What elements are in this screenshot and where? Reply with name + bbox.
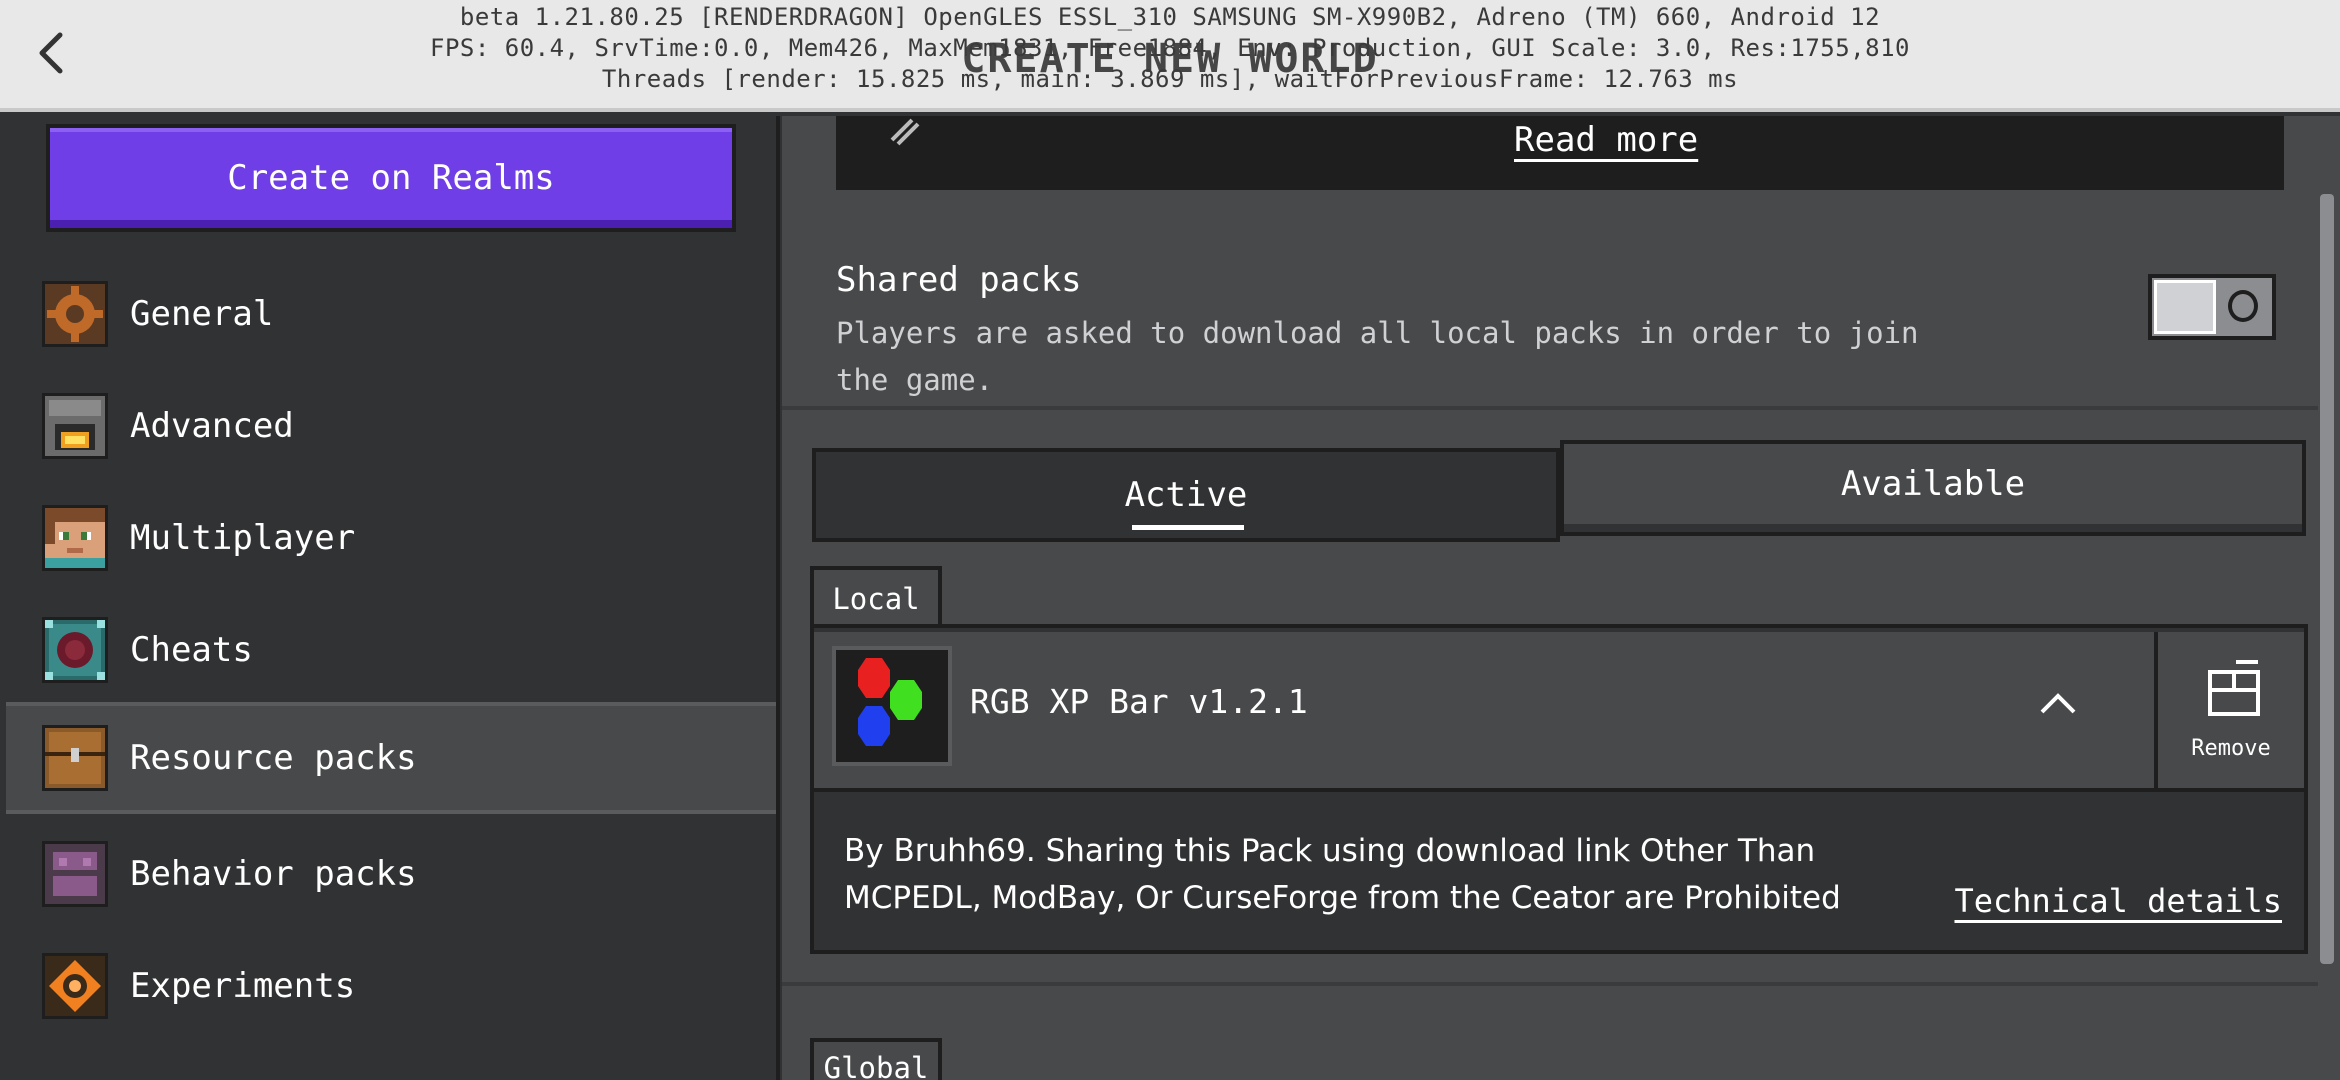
shared-packs-title: Shared packs — [836, 260, 1082, 300]
chest-icon — [42, 725, 108, 791]
player-head-icon — [42, 505, 108, 571]
read-more-link[interactable]: Read more — [1514, 120, 1698, 160]
toggle-knob — [2154, 280, 2216, 334]
debug-line: Threads [render: 15.825 ms, main: 3.869 … — [601, 65, 1739, 93]
chevron-up-icon[interactable] — [2030, 676, 2086, 732]
tab-label: Active — [1124, 475, 1248, 515]
tab-available[interactable]: Available — [1560, 440, 2306, 536]
sidebar: Create on Realms General Advanced Multip… — [0, 116, 780, 1080]
tab-active[interactable]: Active — [812, 448, 1560, 542]
behavior-icon — [42, 841, 108, 907]
sidebar-item-label: Multiplayer — [130, 518, 356, 558]
sidebar-item-cheats[interactable]: Cheats — [6, 594, 776, 706]
toggle-off-icon — [2228, 290, 2258, 322]
pack-panel: RGB XP Bar v1.2.1 Remove By Bruhh69. Sha… — [810, 624, 2308, 954]
tab-selected-indicator — [1132, 525, 1244, 530]
create-on-realms-button[interactable]: Create on Realms — [46, 124, 736, 232]
debug-line: FPS: 60.4, SrvTime:0.0, Mem426, MaxMem18… — [430, 34, 1910, 62]
pack-description: By Bruhh69. Sharing this Pack using down… — [844, 833, 1841, 916]
sidebar-item-resource-packs[interactable]: Resource packs — [6, 702, 776, 814]
sidebar-item-general[interactable]: General — [6, 258, 776, 370]
sidebar-item-label: Behavior packs — [130, 854, 417, 894]
pack-name: RGB XP Bar v1.2.1 — [970, 682, 1308, 721]
furnace-icon — [42, 393, 108, 459]
sidebar-item-label: Experiments — [130, 966, 356, 1006]
sidebar-item-label: Resource packs — [130, 738, 417, 778]
sidebar-item-advanced[interactable]: Advanced — [6, 370, 776, 482]
shared-packs-description: Players are asked to download all local … — [836, 316, 1919, 397]
remove-button[interactable]: Remove — [2154, 632, 2304, 792]
debug-overlay: beta 1.21.80.25 [RENDERDRAGON] OpenGLES … — [0, 2, 2340, 95]
remove-icon — [2208, 660, 2260, 716]
gear-icon — [42, 281, 108, 347]
sidebar-item-label: Advanced — [130, 406, 294, 446]
tab-label: Available — [1840, 464, 2026, 504]
main-content: Read more Shared packs Players are asked… — [782, 116, 2340, 1080]
shared-packs-toggle[interactable] — [2148, 274, 2276, 340]
command-block-icon — [42, 617, 108, 683]
sidebar-item-experiments[interactable]: Experiments — [6, 930, 776, 1042]
global-section-label: Global — [810, 1038, 942, 1080]
debug-line: beta 1.21.80.25 [RENDERDRAGON] OpenGLES … — [459, 3, 1881, 31]
divider — [782, 982, 2318, 986]
sidebar-item-behavior-packs[interactable]: Behavior packs — [6, 818, 776, 930]
sidebar-item-label: General — [130, 294, 274, 334]
shared-packs-row: Shared packs Players are asked to downlo… — [782, 220, 2318, 410]
experiment-icon — [42, 953, 108, 1019]
pack-row[interactable]: RGB XP Bar v1.2.1 Remove — [814, 632, 2304, 792]
scrollbar[interactable] — [2320, 194, 2334, 964]
sidebar-item-multiplayer[interactable]: Multiplayer — [6, 482, 776, 594]
technical-details-link[interactable]: Technical details — [1954, 882, 2282, 920]
sidebar-item-label: Cheats — [130, 630, 253, 670]
remove-label: Remove — [2191, 736, 2271, 761]
local-section-label: Local — [810, 566, 942, 628]
world-template-card: Read more — [836, 116, 2284, 190]
rgb-pack-icon — [832, 646, 952, 766]
pack-tabs: Active Available — [812, 440, 2306, 542]
edit-icon — [890, 118, 920, 146]
top-bar: CREATE NEW WORLD beta 1.21.80.25 [RENDER… — [0, 0, 2340, 112]
